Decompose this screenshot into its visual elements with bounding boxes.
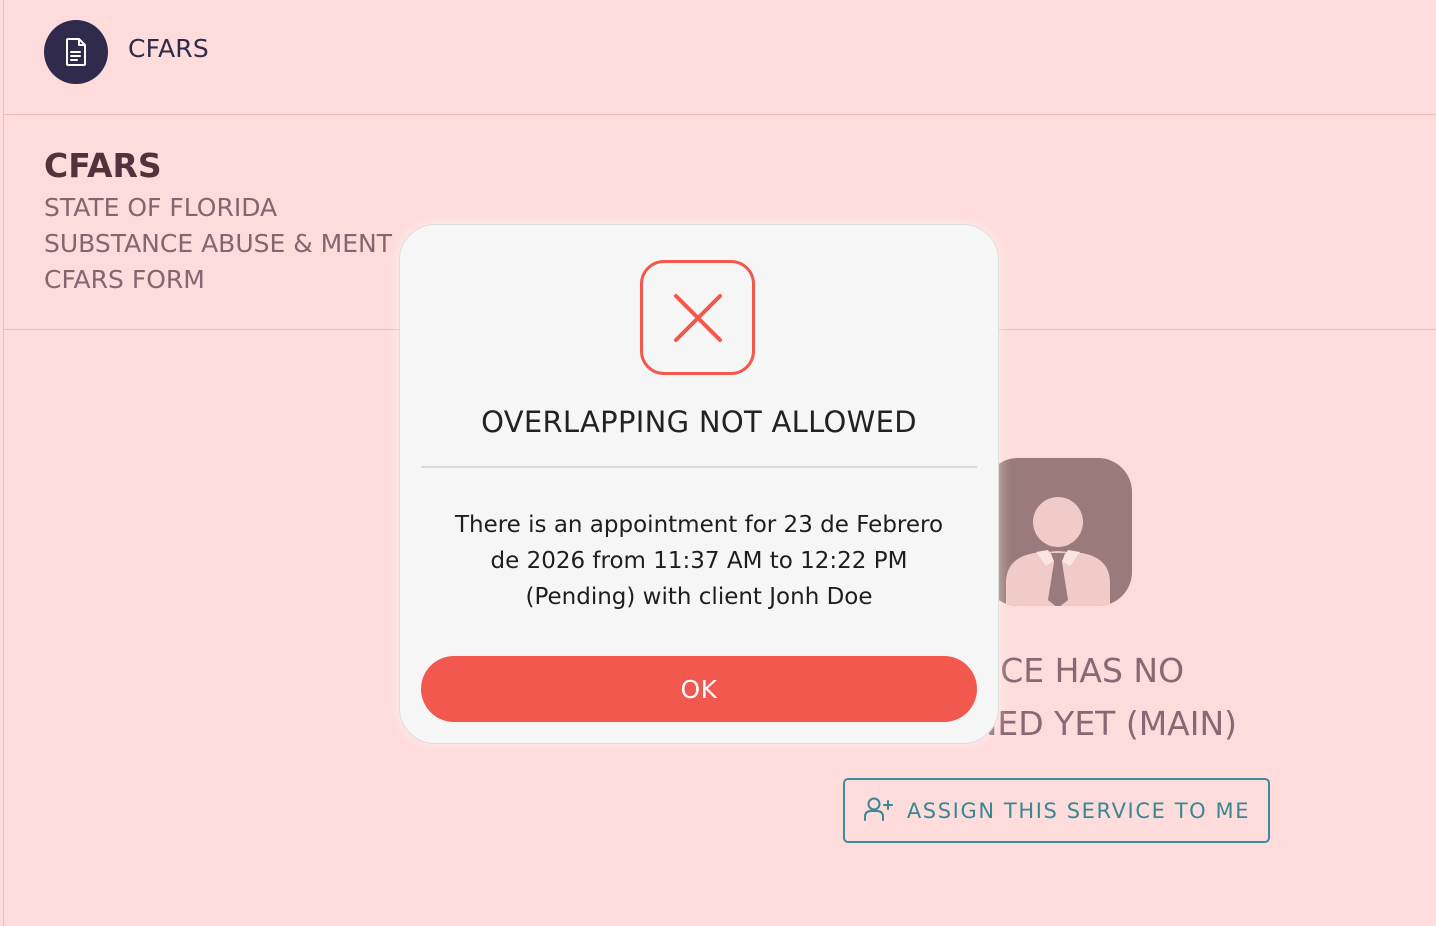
form-title: CFARS (44, 146, 162, 185)
dialog-divider (421, 466, 977, 468)
overlap-error-dialog: OVERLAPPING NOT ALLOWED There is an appo… (399, 224, 999, 744)
dialog-message-line-2: de 2026 from 11:37 AM to 12:22 PM (490, 548, 908, 574)
assign-service-label: ASSIGN THIS SERVICE TO ME (906, 798, 1251, 823)
header-title: CFARS (128, 34, 209, 63)
form-subtitle-form: CFARS FORM (44, 265, 205, 294)
dialog-title: OVERLAPPING NOT ALLOWED (481, 405, 917, 439)
document-icon (44, 20, 108, 84)
form-subtitle-agency: SUBSTANCE ABUSE & MENT (44, 229, 393, 258)
assign-service-button[interactable]: ASSIGN THIS SERVICE TO ME (843, 778, 1270, 843)
page-header: CFARS (4, 0, 1436, 115)
user-plus-icon (863, 796, 893, 826)
user-tie-icon (984, 458, 1132, 606)
dialog-message-line-1: There is an appointment for 23 de Febrer… (454, 512, 944, 538)
form-subtitle-state: STATE OF FLORIDA (44, 193, 278, 222)
dialog-message: There is an appointment for 23 de Febrer… (435, 507, 963, 615)
dialog-message-line-3: (Pending) with client Jonh Doe (525, 584, 873, 610)
ok-button[interactable]: OK (421, 656, 977, 722)
close-x-icon (640, 260, 755, 375)
